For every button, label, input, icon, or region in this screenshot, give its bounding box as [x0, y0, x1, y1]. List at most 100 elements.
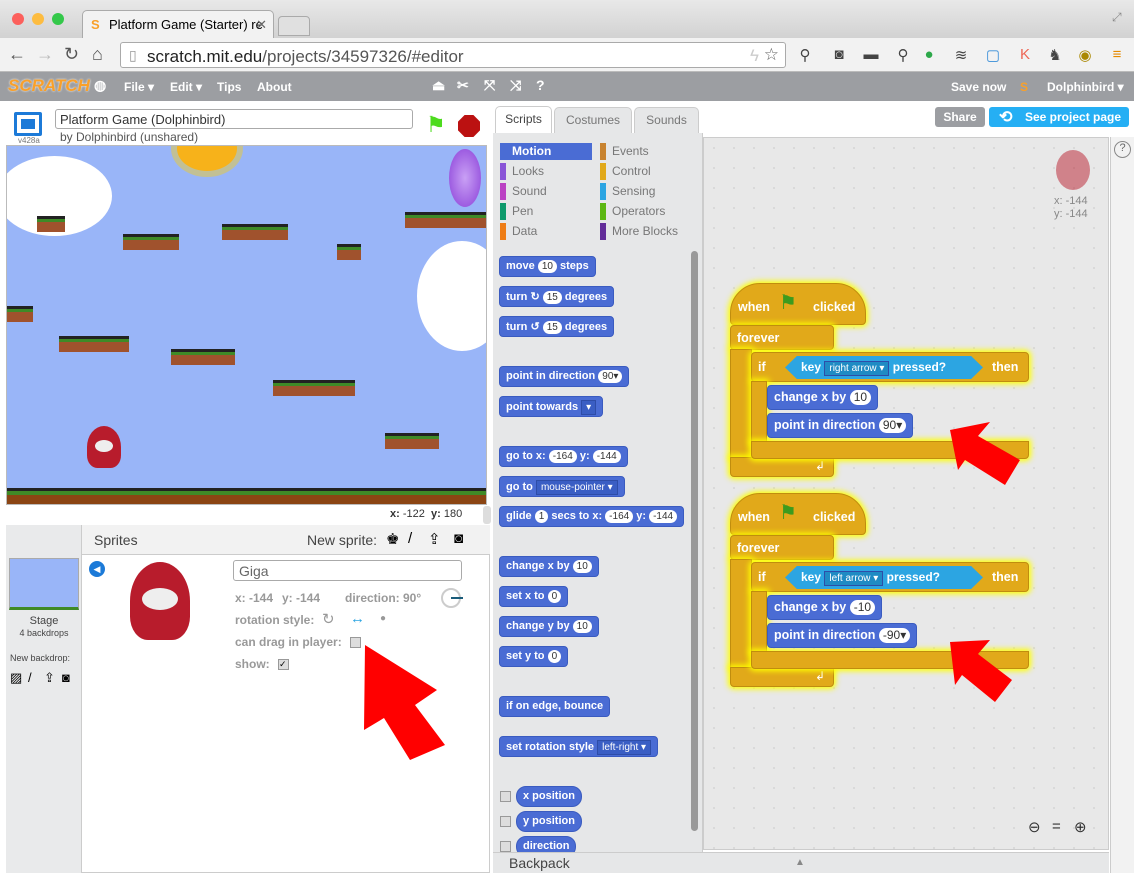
block-set-x[interactable]: set x to 0 [499, 586, 569, 607]
back-arrow-icon[interactable]: ◀ [89, 561, 105, 577]
category-operators[interactable]: Operators [600, 203, 692, 220]
category-control[interactable]: Control [600, 163, 692, 180]
camera-backdrop-icon[interactable]: ◙ [62, 670, 70, 685]
if-block[interactable]: if then key right arrow ▾ pressed? [751, 352, 1029, 382]
tab-costumes[interactable]: Costumes [554, 107, 632, 134]
category-more-blocks[interactable]: More Blocks [600, 223, 692, 240]
pocket-icon[interactable]: ◙ [830, 46, 848, 64]
language-globe-icon[interactable]: ◍ [94, 77, 106, 94]
upload-backdrop-icon[interactable]: ⇪ [44, 670, 55, 686]
tab-sounds[interactable]: Sounds [634, 107, 699, 134]
upload-sprite-icon[interactable]: ⇪ [428, 530, 441, 548]
giga-sprite[interactable] [87, 426, 121, 468]
block-change-y[interactable]: change y by 10 [499, 616, 599, 637]
backdrop-library-icon[interactable]: ▨ [10, 670, 22, 686]
reload-icon[interactable]: ↻ [64, 44, 79, 65]
close-tab-icon[interactable]: ✕ [256, 17, 267, 33]
category-pen[interactable]: Pen [500, 203, 592, 220]
forward-icon[interactable]: → [36, 44, 54, 65]
collapse-stage-handle[interactable] [483, 506, 491, 524]
if-block[interactable]: if then key left arrow ▾ pressed? [751, 562, 1029, 592]
tips-menu[interactable]: Tips [217, 80, 241, 94]
new-tab-button[interactable] [278, 16, 310, 36]
left-right-icon[interactable]: ↔ [350, 610, 365, 627]
chrome-menu-icon[interactable]: ≡ [1108, 46, 1126, 64]
block-set-y[interactable]: set y to 0 [499, 646, 569, 667]
home-icon[interactable]: ⌂ [92, 44, 103, 65]
palette-scrollbar[interactable] [691, 251, 698, 831]
key-pressed-boolean[interactable]: key right arrow ▾ pressed? [785, 356, 983, 379]
change-x-block[interactable]: change x by -10 [767, 595, 883, 620]
browser-tab[interactable]: S Platform Game (Starter) re ✕ [82, 10, 274, 38]
forever-block[interactable]: forever [730, 325, 834, 350]
category-events[interactable]: Events [600, 143, 692, 160]
project-title-input[interactable]: Platform Game (Dolphinbird) [55, 109, 413, 129]
user-avatar-icon[interactable]: S [1020, 80, 1028, 94]
about-menu[interactable]: About [257, 80, 292, 94]
help-icon[interactable]: ? [536, 77, 545, 93]
extension-key-icon[interactable]: ⚲ [796, 46, 814, 64]
address-bar[interactable]: ▯ scratch.mit.edu/projects/34597326/#edit… [120, 42, 786, 68]
see-project-page-button[interactable]: ⟲ See project page [989, 107, 1129, 127]
show-checkbox[interactable]: ✓ [278, 659, 289, 670]
eye-icon[interactable]: ◉ [1076, 46, 1094, 64]
hangouts-icon[interactable]: ● [920, 46, 938, 64]
forever-block[interactable]: forever [730, 535, 834, 560]
block-point-towards[interactable]: point towards ▾ [499, 396, 604, 417]
close-window-button[interactable] [12, 13, 24, 25]
rotate-all-around-icon[interactable]: ↻ [322, 610, 335, 628]
direction-dial[interactable] [441, 588, 463, 608]
zoom-out-icon[interactable]: ⊖ [1028, 818, 1041, 836]
save-now-button[interactable]: Save now [951, 80, 1006, 94]
sprite-name-input[interactable]: Giga [233, 560, 462, 581]
block-turn-left[interactable]: turn ↺ 15 degrees [499, 316, 615, 337]
sprite-library-icon[interactable]: ♚ [386, 530, 399, 548]
fullscreen-icon[interactable]: ⤢ [1112, 10, 1122, 25]
dont-rotate-icon[interactable]: ● [380, 613, 386, 624]
screenshot-icon[interactable]: ▢ [984, 46, 1002, 64]
bookmark-star-icon[interactable]: ☆ [764, 45, 779, 65]
can-drag-checkbox[interactable] [350, 637, 361, 648]
block-turn-right[interactable]: turn ↻ 15 degrees [499, 286, 615, 307]
y-position-checkbox[interactable] [500, 816, 511, 827]
tab-scripts[interactable]: Scripts [495, 106, 552, 133]
paint-backdrop-icon[interactable]: / [28, 670, 32, 685]
block-change-x[interactable]: change x by 10 [499, 556, 599, 577]
category-sound[interactable]: Sound [500, 183, 592, 200]
help-tips-icon[interactable]: ? [1114, 141, 1131, 158]
backpack[interactable]: Backpack ▲ [493, 852, 1109, 873]
scratch-logo[interactable]: SCRATCH [8, 76, 90, 96]
x-position-checkbox[interactable] [500, 791, 511, 802]
block-point-in-direction[interactable]: point in direction 90▾ [499, 366, 630, 387]
stage-thumbnail[interactable] [9, 558, 79, 610]
category-sensing[interactable]: Sensing [600, 183, 692, 200]
edit-menu[interactable]: Edit ▾ [170, 80, 202, 94]
point-in-direction-block[interactable]: point in direction 90▾ [767, 413, 914, 438]
green-flag-icon[interactable]: ⚑ [426, 112, 446, 138]
grow-icon[interactable]: ⤧ [484, 77, 495, 94]
zoom-reset-icon[interactable]: = [1052, 818, 1061, 835]
expand-backpack-icon[interactable]: ▲ [795, 857, 805, 868]
zoom-window-button[interactable] [52, 13, 64, 25]
block-move[interactable]: move 10 steps [499, 256, 596, 277]
shrink-icon[interactable]: ⤨ [510, 77, 521, 94]
share-button[interactable]: Share [935, 107, 985, 127]
cut-icon[interactable]: ✂ [457, 77, 469, 94]
block-y-position[interactable]: y position [516, 811, 582, 832]
category-motion[interactable]: Motion [500, 143, 592, 160]
back-icon[interactable]: ← [8, 44, 26, 65]
user-menu[interactable]: Dolphinbird ▾ [1047, 80, 1124, 94]
block-bounce[interactable]: if on edge, bounce [499, 696, 611, 717]
stage-canvas[interactable] [6, 145, 487, 505]
category-looks[interactable]: Looks [500, 163, 592, 180]
block-glide[interactable]: glide 1 secs to x: -164 y: -144 [499, 506, 685, 527]
stop-sign-icon[interactable] [458, 115, 480, 137]
point-in-direction-block[interactable]: point in direction -90▾ [767, 623, 918, 648]
zoom-in-icon[interactable]: ⊕ [1074, 818, 1087, 836]
block-go-to-xy[interactable]: go to x: -164 y: -144 [499, 446, 628, 467]
paint-sprite-icon[interactable]: / [408, 530, 412, 547]
when-flag-clicked-hat[interactable]: when ⚑ clicked [730, 493, 866, 535]
minimize-window-button[interactable] [32, 13, 44, 25]
direction-checkbox[interactable] [500, 841, 511, 852]
file-menu[interactable]: File ▾ [124, 80, 154, 94]
